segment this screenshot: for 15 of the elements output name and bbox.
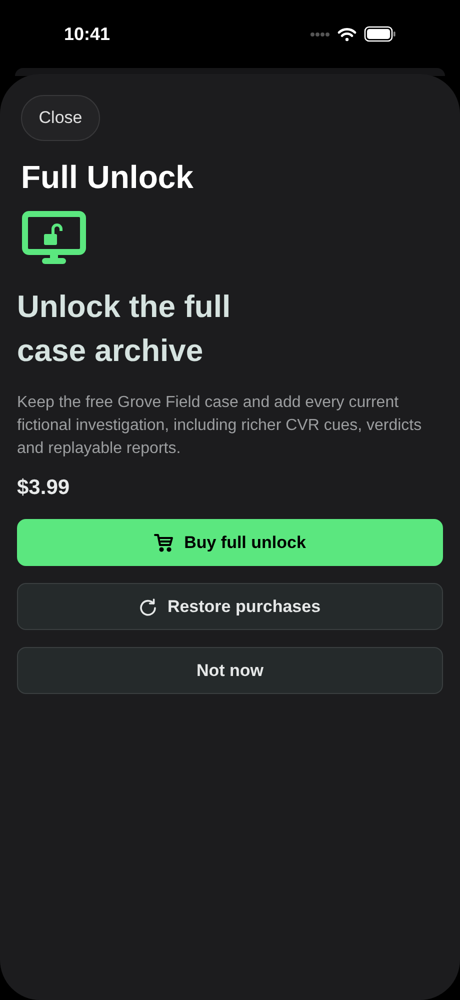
price: $3.99 — [17, 475, 71, 501]
headline: Unlock the full case archive — [17, 288, 232, 370]
signal-icon — [310, 32, 330, 36]
wifi-icon — [337, 26, 357, 42]
action-button[interactable]: Restore purchases — [17, 583, 443, 630]
description: Keep the free Grove Field case and add every current fictional investigation, including richer CVR cues, verdicts and replayable reports. — [17, 393, 423, 459]
status-time: 10:41 — [64, 22, 110, 46]
buy-button[interactable]: Buy full unlock — [17, 519, 443, 566]
action-button[interactable]: Not now — [17, 647, 443, 694]
close-button[interactable]: Close — [21, 95, 100, 141]
refresh-icon — [139, 598, 158, 616]
unlocked-monitor-icon — [22, 211, 86, 265]
cart-icon — [154, 534, 174, 552]
sheet-title: Full Unlock — [21, 158, 194, 197]
battery-icon — [364, 26, 396, 42]
